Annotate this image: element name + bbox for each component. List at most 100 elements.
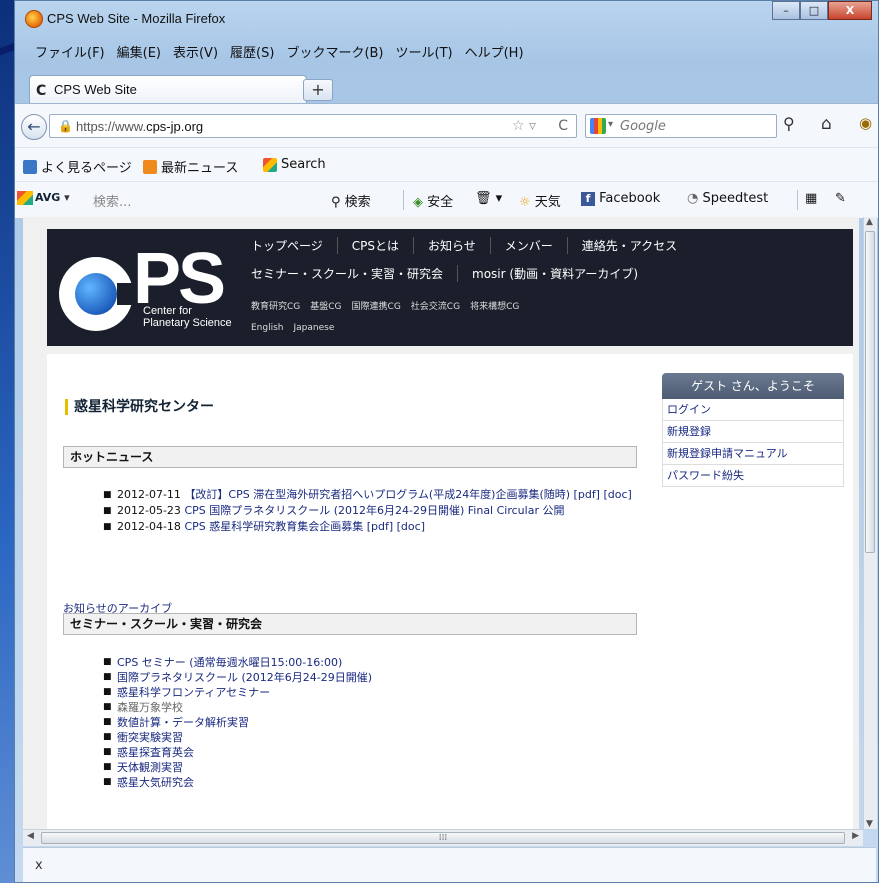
avg-safe-button[interactable]: ◈ 安全 [413, 191, 453, 210]
bookmark-label: よく見るページ [41, 161, 132, 176]
search-input[interactable]: ▾ Google [585, 114, 777, 138]
horizontal-scrollbar[interactable]: ◀ ⁞⁞⁞ ▶ [23, 829, 863, 846]
avg-search-input[interactable]: 検索... [93, 191, 323, 210]
bookmark-search[interactable]: Search [263, 157, 326, 172]
nav-cg-base[interactable]: 基盤CG [310, 299, 341, 312]
seminar-item[interactable]: 惑星科学フロンティアセミナー [103, 685, 663, 700]
nav-top-page[interactable]: トップページ [251, 237, 338, 254]
avg-facebook-button[interactable]: f Facebook [581, 191, 660, 206]
menu-help[interactable]: ヘルプ(H) [459, 43, 530, 65]
news-item[interactable]: 2012-07-11 【改訂】CPS 滞在型海外研究者招へいプログラム(平成24… [103, 487, 663, 503]
notepad-icon[interactable]: ✎ [835, 191, 846, 206]
menu-edit[interactable]: 編集(E) [111, 43, 167, 65]
vertical-scrollbar[interactable]: ▲ ▼ [863, 217, 877, 829]
new-tab-button[interactable]: + [303, 79, 333, 101]
home-icon[interactable]: ⌂ [821, 114, 832, 134]
seminar-item[interactable]: 惑星大気研究会 [103, 775, 663, 790]
tab-cps-web-site[interactable]: C CPS Web Site [29, 75, 307, 103]
url-text[interactable]: https://www.cps-jp.org [76, 119, 203, 134]
avg-logo[interactable]: AVG ▾ [17, 191, 70, 205]
news-text[interactable]: CPS 惑星科学研究教育集会企画募集 [pdf] [doc] [184, 520, 425, 533]
nav-about-cps[interactable]: CPSとは [338, 237, 414, 254]
page-viewport[interactable]: PS Center for Planetary Science トップページ CP… [23, 217, 859, 829]
title-bar[interactable]: CPS Web Site - Mozilla Firefox – □ X [15, 1, 878, 35]
reload-icon[interactable]: C [558, 118, 568, 134]
seminar-item[interactable]: 森羅万象学校 [103, 700, 663, 715]
nav-cg-future[interactable]: 将来構想CG [470, 299, 519, 312]
bookmark-label: 最新ニュース [161, 161, 239, 176]
scroll-up-icon[interactable]: ▲ [866, 217, 873, 227]
seminar-item[interactable]: 国際プラネタリスクール (2012年6月24-29日開催) [103, 670, 663, 685]
nav-cg-education[interactable]: 教育研究CG [251, 299, 300, 312]
menu-tools[interactable]: ツール(T) [390, 43, 459, 65]
nav-mosir[interactable]: mosir (動画・資料アーカイブ) [458, 265, 652, 282]
bookmark-most-visited[interactable]: よく見るページ [23, 157, 132, 176]
menu-file[interactable]: ファイル(F) [29, 43, 111, 65]
news-item[interactable]: 2012-04-18 CPS 惑星科学研究教育集会企画募集 [pdf] [doc… [103, 519, 663, 535]
vertical-scroll-thumb[interactable] [865, 231, 875, 553]
back-button[interactable]: ← [21, 114, 47, 140]
menu-history[interactable]: 履歴(S) [224, 43, 280, 65]
sidebar-register-link[interactable]: 新規登録 [662, 421, 844, 443]
menu-bookmarks[interactable]: ブックマーク(B) [280, 43, 389, 65]
sidebar-manual-link[interactable]: 新規登録申請マニュアル [662, 443, 844, 465]
shield-check-icon: ◈ [413, 195, 423, 210]
seminar-item[interactable]: 衝突実験実習 [103, 730, 663, 745]
avg-trash-button[interactable]: 🗑 ▾ [475, 191, 502, 206]
nav-japanese[interactable]: Japanese [294, 323, 335, 333]
tab-label: CPS Web Site [54, 82, 137, 97]
nav-news[interactable]: お知らせ [414, 237, 491, 254]
seminar-item[interactable]: 惑星探査育英会 [103, 745, 663, 760]
avg-dropdown-icon[interactable]: ▾ [60, 191, 70, 204]
bookmark-latest-news[interactable]: 最新ニュース [143, 157, 238, 176]
addon-eye-icon[interactable]: ◉ [859, 114, 872, 132]
close-button[interactable]: X [828, 1, 872, 20]
scroll-left-icon[interactable]: ◀ [27, 831, 34, 841]
google-icon[interactable] [590, 118, 606, 134]
maximize-button[interactable]: □ [800, 1, 828, 20]
nav-cg-social[interactable]: 社会交流CG [411, 299, 460, 312]
horizontal-scroll-thumb[interactable]: ⁞⁞⁞ [41, 832, 845, 844]
sidebar-login-link[interactable]: ログイン [662, 399, 844, 421]
firefox-icon[interactable] [25, 10, 43, 28]
search-engine-dropdown-icon[interactable]: ▾ [608, 119, 613, 130]
nav-contact[interactable]: 連絡先・アクセス [568, 237, 691, 254]
news-item[interactable]: 2012-05-23 CPS 国際プラネタリスクール (2012年6月24-29… [103, 503, 663, 519]
site-header: PS Center for Planetary Science トップページ CP… [47, 229, 853, 346]
avg-weather-button[interactable]: ☼ 天気 [519, 191, 561, 210]
avg-facebook-label: Facebook [599, 191, 661, 206]
url-bar[interactable]: 🔒 https://www.cps-jp.org ☆ ▿ C [49, 114, 577, 138]
cps-logo-subtitle: Center for Planetary Science [143, 305, 232, 329]
avg-search-button[interactable]: ⚲ 検索 [331, 191, 371, 210]
sidebar-lost-password-link[interactable]: パスワード紛失 [662, 465, 844, 487]
news-text[interactable]: CPS 国際プラネタリスクール (2012年6月24-29日開催) Final … [184, 504, 564, 517]
nav-seminars[interactable]: セミナー・スクール・実習・研究会 [251, 265, 459, 282]
lock-icon: 🔒 [58, 119, 73, 133]
menu-bar: ファイル(F) 編集(E) 表示(V) 履歴(S) ブックマーク(B) ツール(… [15, 43, 530, 65]
news-date: 2012-05-23 [117, 504, 181, 517]
close-addon-bar-icon[interactable]: x [35, 858, 43, 873]
url-domain: cps-jp.org [146, 119, 204, 134]
minimize-button[interactable]: – [772, 1, 800, 20]
logo-sub-line1: Center for [143, 305, 192, 317]
scroll-right-icon[interactable]: ▶ [852, 831, 859, 841]
calculator-icon[interactable]: ▦ [805, 191, 817, 206]
news-text[interactable]: 【改訂】CPS 滞在型海外研究者招へいプログラム(平成24年度)企画募集(随時)… [184, 488, 631, 501]
seminar-item[interactable]: 数値計算・データ解析実習 [103, 715, 663, 730]
tab-strip: C CPS Web Site + [15, 73, 878, 103]
avg-speedtest-button[interactable]: ◔ Speedtest [687, 191, 768, 206]
cps-logo[interactable]: PS Center for Planetary Science [59, 239, 239, 343]
planet-icon [75, 273, 117, 315]
search-icon[interactable]: ⚲ [783, 114, 795, 133]
seminar-item[interactable]: CPS セミナー (通常毎週水曜日15:00-16:00) [103, 655, 663, 670]
seminar-item[interactable]: 天体観測実習 [103, 760, 663, 775]
avg-search-label: 検索 [344, 195, 371, 210]
nav-members[interactable]: メンバー [491, 237, 568, 254]
menu-view[interactable]: 表示(V) [167, 43, 224, 65]
nav-english[interactable]: English [251, 323, 284, 333]
facebook-icon: f [581, 192, 595, 206]
bookmark-star-icon[interactable]: ☆ ▿ [512, 118, 536, 134]
toolbar-separator [797, 190, 798, 210]
nav-cg-international[interactable]: 国際連携CG [352, 299, 401, 312]
scroll-down-icon[interactable]: ▼ [866, 819, 873, 829]
